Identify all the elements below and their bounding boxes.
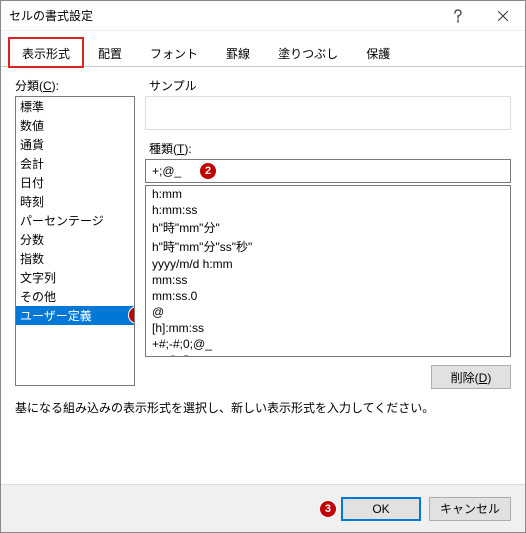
tab-font[interactable]: フォント bbox=[137, 38, 211, 67]
type-listbox[interactable]: h:mm h:mm:ss h"時"mm"分" h"時"mm"分"ss"秒" yy… bbox=[145, 185, 511, 357]
delete-row: 削除(D) bbox=[145, 365, 511, 389]
ok-button[interactable]: OK bbox=[341, 497, 421, 521]
annotation-badge-2: 2 bbox=[199, 162, 217, 180]
category-item[interactable]: 通貨 bbox=[16, 135, 134, 154]
category-item[interactable]: 指数 bbox=[16, 249, 134, 268]
category-column: 分類(C): 標準 数値 通貨 会計 日付 時刻 パーセンテージ 分数 指数 文… bbox=[15, 77, 135, 389]
annotation-badge-3: 3 bbox=[319, 500, 337, 518]
help-button[interactable] bbox=[435, 1, 480, 31]
tab-format[interactable]: 表示形式 bbox=[9, 38, 83, 67]
category-item[interactable]: その他 bbox=[16, 287, 134, 306]
category-item[interactable]: 標準 bbox=[16, 97, 134, 116]
sample-label: サンプル bbox=[149, 77, 511, 94]
tab-bar: 表示形式 配置 フォント 罫線 塗りつぶし 保護 bbox=[1, 31, 525, 67]
right-column: サンプル 種類(T): 2 h:mm h:mm:ss h"時"mm"分" h"時… bbox=[145, 77, 511, 389]
type-label: 種類(T): bbox=[149, 140, 511, 157]
category-item[interactable]: 会計 bbox=[16, 154, 134, 173]
category-item-custom[interactable]: ユーザー定義 1 bbox=[16, 306, 134, 325]
tab-fill[interactable]: 塗りつぶし bbox=[265, 38, 351, 67]
type-option[interactable]: +;-;0;@_ bbox=[146, 352, 510, 357]
type-option[interactable]: h:mm bbox=[146, 186, 510, 202]
category-label: 分類(C): bbox=[15, 77, 135, 94]
type-input-wrap: 2 bbox=[145, 159, 511, 183]
close-icon bbox=[498, 11, 508, 21]
delete-button[interactable]: 削除(D) bbox=[431, 365, 511, 389]
type-option[interactable]: @ bbox=[146, 304, 510, 320]
category-item[interactable]: 数値 bbox=[16, 116, 134, 135]
category-listbox[interactable]: 標準 数値 通貨 会計 日付 時刻 パーセンテージ 分数 指数 文字列 その他 … bbox=[15, 96, 135, 386]
ok-wrap: 3 OK bbox=[341, 497, 421, 521]
category-item[interactable]: パーセンテージ bbox=[16, 211, 134, 230]
content-area: 分類(C): 標準 数値 通貨 会計 日付 時刻 パーセンテージ 分数 指数 文… bbox=[1, 67, 525, 389]
tab-protection[interactable]: 保護 bbox=[353, 38, 403, 67]
type-option[interactable]: [h]:mm:ss bbox=[146, 320, 510, 336]
type-option[interactable]: h"時"mm"分" bbox=[146, 218, 510, 237]
footer: 3 OK キャンセル bbox=[1, 484, 525, 532]
hint-text: 基になる組み込みの表示形式を選択し、新しい表示形式を入力してください。 bbox=[1, 389, 525, 426]
type-option[interactable]: mm:ss bbox=[146, 272, 510, 288]
tab-alignment[interactable]: 配置 bbox=[85, 38, 135, 67]
type-option[interactable]: +#;-#;0;@_ bbox=[146, 336, 510, 352]
type-option[interactable]: h:mm:ss bbox=[146, 202, 510, 218]
dialog-window: セルの書式設定 表示形式 配置 フォント 罫線 塗りつぶし 保護 分類(C): … bbox=[0, 0, 526, 533]
category-item[interactable]: 時刻 bbox=[16, 192, 134, 211]
category-item[interactable]: 分数 bbox=[16, 230, 134, 249]
tab-border[interactable]: 罫線 bbox=[213, 38, 263, 67]
help-icon bbox=[453, 9, 463, 23]
annotation-badge-1: 1 bbox=[128, 306, 135, 324]
window-title: セルの書式設定 bbox=[9, 7, 435, 24]
close-button[interactable] bbox=[480, 1, 525, 31]
titlebar: セルの書式設定 bbox=[1, 1, 525, 31]
sample-box bbox=[145, 96, 511, 130]
cancel-button[interactable]: キャンセル bbox=[429, 497, 511, 521]
type-option[interactable]: h"時"mm"分"ss"秒" bbox=[146, 237, 510, 256]
category-item[interactable]: 日付 bbox=[16, 173, 134, 192]
category-item[interactable]: 文字列 bbox=[16, 268, 134, 287]
type-option[interactable]: mm:ss.0 bbox=[146, 288, 510, 304]
type-option[interactable]: yyyy/m/d h:mm bbox=[146, 256, 510, 272]
